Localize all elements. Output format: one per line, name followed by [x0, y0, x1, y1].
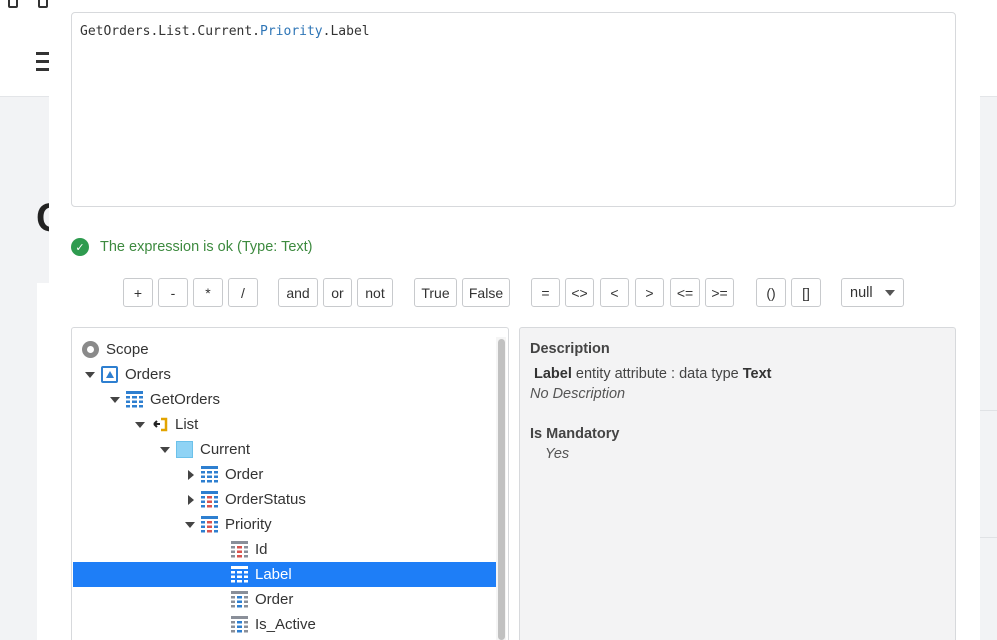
tree-scrollbar-thumb[interactable]	[498, 339, 505, 640]
tree-item-order[interactable]: Order	[73, 462, 498, 487]
null-dropdown-value: null	[850, 284, 873, 301]
screen-icon	[101, 366, 118, 383]
menu-icon[interactable]	[36, 52, 50, 76]
attribute-icon	[231, 591, 248, 608]
expression-input[interactable]: GetOrders.List.Current.Priority.Label	[71, 12, 956, 207]
list-icon	[151, 416, 168, 433]
tree-item-label: Priority	[225, 516, 272, 533]
literal-false-button[interactable]: False	[462, 278, 510, 307]
tree-item-label: Id	[255, 541, 268, 558]
operator-multiply-button[interactable]: *	[193, 278, 223, 307]
operator-greater-than-button[interactable]: >	[635, 278, 664, 307]
tree-item-label: GetOrders	[150, 391, 221, 408]
attribute-icon	[231, 541, 248, 558]
expand-toggle-icon[interactable]	[106, 387, 126, 412]
operator-minus-button[interactable]: -	[158, 278, 188, 307]
tree-item-label-selected[interactable]: Label	[73, 562, 498, 587]
validation-message: The expression is ok (Type: Text)	[100, 239, 313, 255]
attribute-icon	[231, 566, 248, 583]
expand-toggle-icon[interactable]	[131, 412, 151, 437]
brackets-button[interactable]: []	[791, 278, 821, 307]
background-divider	[980, 537, 997, 538]
entity-icon	[201, 466, 218, 483]
mobile-preview-icon[interactable]	[8, 0, 18, 8]
static-entity-icon	[201, 516, 218, 533]
mandatory-value: Yes	[545, 446, 570, 462]
null-dropdown[interactable]: null	[841, 278, 904, 307]
description-note: No Description	[530, 386, 626, 402]
background-card	[37, 283, 49, 640]
tree-item-label: Label	[255, 566, 292, 583]
static-entity-icon	[201, 491, 218, 508]
operator-and-button[interactable]: and	[278, 278, 318, 307]
tree-item-label: OrderStatus	[225, 491, 306, 508]
operator-not-equal-button[interactable]: <>	[565, 278, 594, 307]
expand-toggle-icon[interactable]	[81, 362, 101, 387]
tree-item-scope[interactable]: Scope	[73, 337, 498, 362]
description-panel: Description Label entity attribute : dat…	[519, 327, 956, 640]
tree-item-label: Scope	[106, 341, 149, 358]
chevron-down-icon	[885, 290, 895, 296]
aggregate-icon	[126, 391, 143, 408]
attribute-icon	[231, 616, 248, 633]
operator-less-equal-button[interactable]: <=	[670, 278, 700, 307]
collapse-toggle-icon[interactable]	[181, 487, 201, 512]
operator-greater-equal-button[interactable]: >=	[705, 278, 734, 307]
background-divider	[980, 410, 997, 411]
tree-item-label: Orders	[125, 366, 171, 383]
tree-item-list[interactable]: List	[73, 412, 498, 437]
tree-item-label: Order	[255, 591, 294, 608]
tree-item-getorders[interactable]: GetOrders	[73, 387, 498, 412]
check-circle-icon: ✓	[71, 238, 89, 256]
tree-item-label: Is_Active	[255, 616, 316, 633]
attribute-type: Text	[742, 366, 772, 382]
description-heading: Description	[530, 341, 610, 357]
record-icon	[176, 441, 193, 458]
tree-item-label: Order	[225, 466, 264, 483]
expression-text: GetOrders.List.Current.	[80, 24, 261, 39]
expand-toggle-icon[interactable]	[156, 437, 176, 462]
expression-text: .Label	[322, 24, 370, 39]
operator-less-than-button[interactable]: <	[600, 278, 629, 307]
operator-plus-button[interactable]: +	[123, 278, 153, 307]
literal-true-button[interactable]: True	[414, 278, 457, 307]
scope-tree: Scope Orders GetOrders List Current Orde…	[71, 327, 509, 640]
expand-toggle-icon[interactable]	[181, 512, 201, 537]
tree-item-label: Current	[200, 441, 251, 458]
expression-keyword: Priority	[260, 24, 323, 39]
operator-divide-button[interactable]: /	[228, 278, 258, 307]
validation-status: ✓ The expression is ok (Type: Text)	[71, 237, 313, 257]
operator-or-button[interactable]: or	[323, 278, 352, 307]
collapse-toggle-icon[interactable]	[181, 462, 201, 487]
background-right-area	[980, 97, 997, 640]
tree-item-orderstatus[interactable]: OrderStatus	[73, 487, 498, 512]
tree-item-orders[interactable]: Orders	[73, 362, 498, 387]
attribute-name: Label	[534, 366, 572, 382]
attribute-detail: entity attribute : data type	[575, 366, 739, 382]
tree-item-order-attribute[interactable]: Order	[73, 587, 498, 612]
parentheses-button[interactable]: ()	[756, 278, 786, 307]
tree-item-priority[interactable]: Priority	[73, 512, 498, 537]
tree-item-label: List	[175, 416, 199, 433]
document-icon[interactable]	[38, 0, 48, 8]
mandatory-heading: Is Mandatory	[530, 426, 620, 442]
operator-equals-button[interactable]: =	[531, 278, 560, 307]
scope-icon	[82, 341, 99, 358]
expression-editor-dialog: GetOrders.List.Current.Priority.Label ✓ …	[49, 0, 980, 640]
tree-item-id[interactable]: Id	[73, 537, 498, 562]
operator-not-button[interactable]: not	[357, 278, 393, 307]
description-signature: Label entity attribute : data type Text	[534, 366, 772, 382]
tree-item-current[interactable]: Current	[73, 437, 498, 462]
tree-item-is-active[interactable]: Is_Active	[73, 612, 498, 637]
